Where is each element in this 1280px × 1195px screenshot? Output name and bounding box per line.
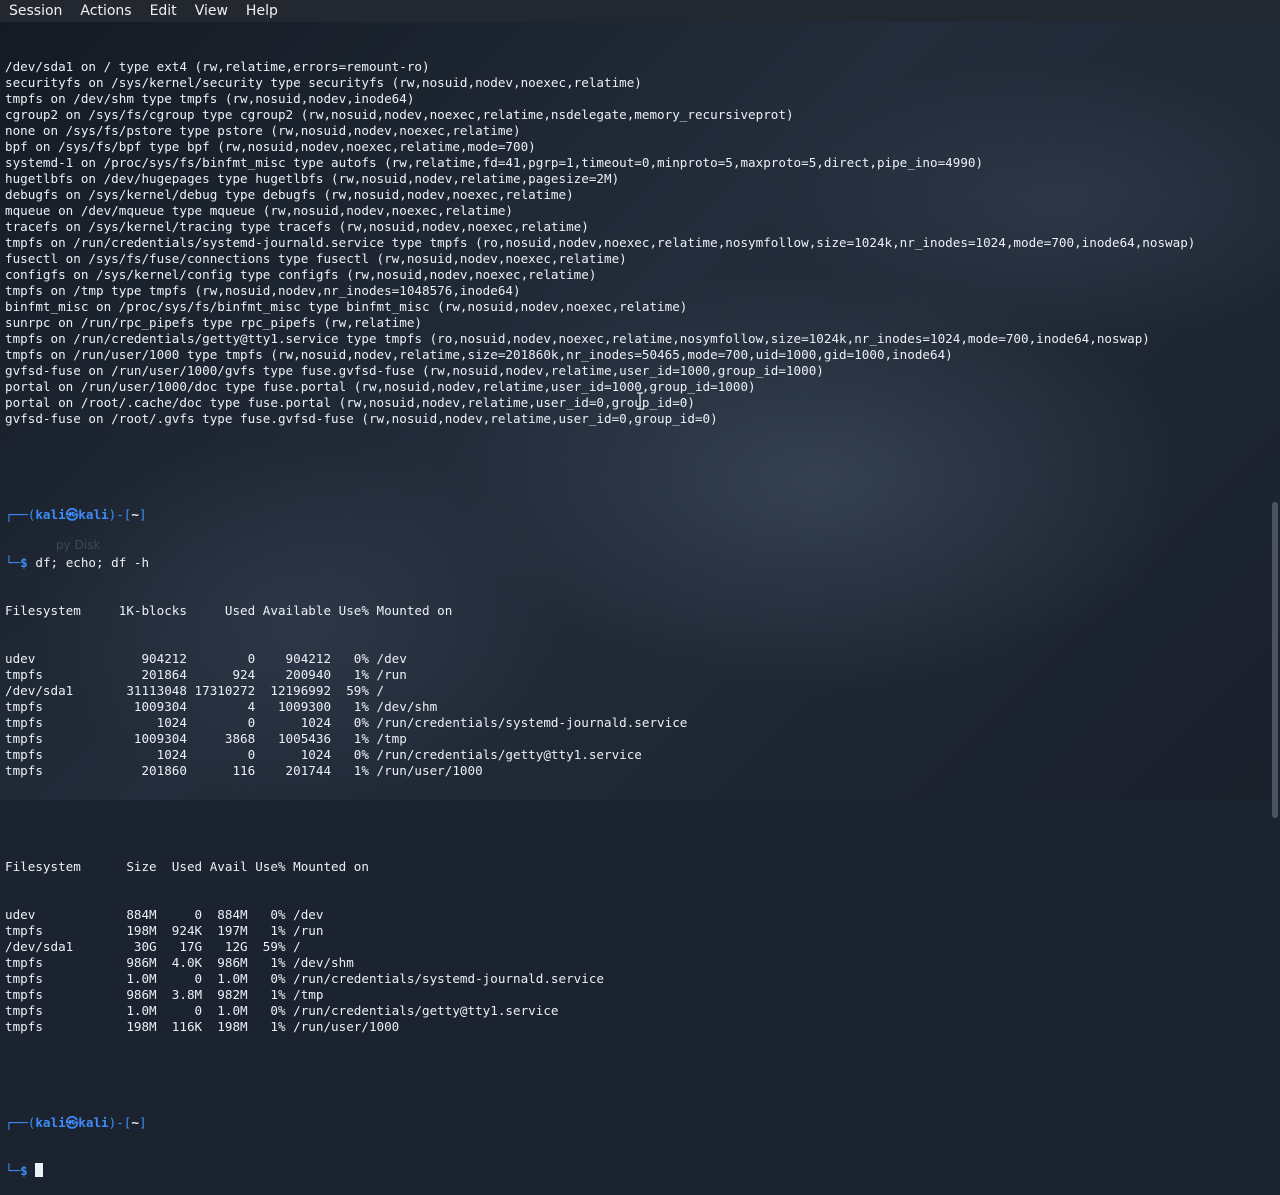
command-line: └─$ df; echo; df -h xyxy=(5,555,150,570)
table-row: tmpfs 1.0M 0 1.0M 0% /run/credentials/sy… xyxy=(5,971,604,986)
mount-line: tmpfs on /dev/shm type tmpfs (rw,nosuid,… xyxy=(5,91,415,106)
mount-line: /dev/sda1 on / type ext4 (rw,relatime,er… xyxy=(5,59,430,74)
mount-line: binfmt_misc on /proc/sys/fs/binfmt_misc … xyxy=(5,299,688,314)
scrollbar[interactable] xyxy=(1270,22,1280,818)
menu-help[interactable]: Help xyxy=(237,0,287,22)
prompt-host: kali xyxy=(78,1115,109,1130)
mount-line: mqueue on /dev/mqueue type mqueue (rw,no… xyxy=(5,203,513,218)
df-table: udev 904212 0 904212 0% /dev tmpfs 201864… xyxy=(5,651,1267,779)
prompt-host: kali xyxy=(78,507,109,522)
table-row: tmpfs 198M 116K 198M 1% /run/user/1000 xyxy=(5,1019,400,1034)
menu-view[interactable]: View xyxy=(186,0,237,22)
mount-output: /dev/sda1 on / type ext4 (rw,relatime,er… xyxy=(5,59,1267,427)
table-row: tmpfs 986M 3.8M 982M 1% /tmp xyxy=(5,987,324,1002)
prompt-user: kali xyxy=(35,1115,66,1130)
menubar: Session Actions Edit View Help xyxy=(0,0,1280,22)
prompt-line: ┌──(kali㉿kali)-[~] xyxy=(5,507,147,522)
mount-line: debugfs on /sys/kernel/debug type debugf… xyxy=(5,187,574,202)
mount-line: tmpfs on /run/credentials/systemd-journa… xyxy=(5,235,1196,250)
mount-line: tmpfs on /run/credentials/getty@tty1.ser… xyxy=(5,331,1150,346)
table-row: udev 884M 0 884M 0% /dev xyxy=(5,907,324,922)
table-row: tmpfs 1.0M 0 1.0M 0% /run/credentials/ge… xyxy=(5,1003,559,1018)
mount-line: tmpfs on /run/user/1000 type tmpfs (rw,n… xyxy=(5,347,953,362)
scrollbar-thumb[interactable] xyxy=(1272,502,1278,818)
prompt-dir: ~ xyxy=(131,507,139,522)
menu-edit[interactable]: Edit xyxy=(141,0,186,22)
mount-line: tmpfs on /tmp type tmpfs (rw,nosuid,node… xyxy=(5,283,521,298)
mount-line: securityfs on /sys/kernel/security type … xyxy=(5,75,642,90)
table-row: /dev/sda1 30G 17G 12G 59% / xyxy=(5,939,301,954)
table-row: udev 904212 0 904212 0% /dev xyxy=(5,651,407,666)
table-row: tmpfs 1024 0 1024 0% /run/credentials/sy… xyxy=(5,715,688,730)
menu-actions[interactable]: Actions xyxy=(71,0,140,22)
prompt-user: kali xyxy=(35,507,66,522)
df-header: Filesystem 1K-blocks Used Available Use%… xyxy=(5,603,453,618)
mount-line: hugetlbfs on /dev/hugepages type hugetlb… xyxy=(5,171,620,186)
mount-line: systemd-1 on /proc/sys/fs/binfmt_misc ty… xyxy=(5,155,984,170)
mount-line: configfs on /sys/kernel/config type conf… xyxy=(5,267,597,282)
df-h-table: udev 884M 0 884M 0% /dev tmpfs 198M 924K … xyxy=(5,907,1267,1035)
menu-session[interactable]: Session xyxy=(0,0,71,22)
table-row: tmpfs 986M 4.0K 986M 1% /dev/shm xyxy=(5,955,354,970)
mount-line: gvfsd-fuse on /root/.gvfs type fuse.gvfs… xyxy=(5,411,718,426)
table-row: tmpfs 201864 924 200940 1% /run xyxy=(5,667,407,682)
text-cursor xyxy=(35,1163,44,1177)
mount-line: fusectl on /sys/fs/fuse/connections type… xyxy=(5,251,627,266)
table-row: /dev/sda1 31113048 17310272 12196992 59%… xyxy=(5,683,385,698)
mount-line: bpf on /sys/fs/bpf type bpf (rw,nosuid,n… xyxy=(5,139,536,154)
table-row: tmpfs 1024 0 1024 0% /run/credentials/ge… xyxy=(5,747,642,762)
mount-line: cgroup2 on /sys/fs/cgroup type cgroup2 (… xyxy=(5,107,794,122)
terminal-output[interactable]: /dev/sda1 on / type ext4 (rw,relatime,er… xyxy=(5,27,1267,1178)
mount-line: sunrpc on /run/rpc_pipefs type rpc_pipef… xyxy=(5,315,423,330)
prompt-line: ┌──(kali㉿kali)-[~] xyxy=(5,1115,147,1130)
input-line[interactable]: └─$ xyxy=(5,1163,1267,1179)
prompt-dir: ~ xyxy=(131,1115,139,1130)
ibeam-cursor-icon xyxy=(637,392,643,410)
df-h-header: Filesystem Size Used Avail Use% Mounted … xyxy=(5,859,369,874)
mount-line: tracefs on /sys/kernel/tracing type trac… xyxy=(5,219,589,234)
mount-line: gvfsd-fuse on /run/user/1000/gvfs type f… xyxy=(5,363,824,378)
table-row: tmpfs 201860 116 201744 1% /run/user/100… xyxy=(5,763,483,778)
table-row: tmpfs 198M 924K 197M 1% /run xyxy=(5,923,324,938)
table-row: tmpfs 1009304 4 1009300 1% /dev/shm xyxy=(5,699,438,714)
mount-line: none on /sys/fs/pstore type pstore (rw,n… xyxy=(5,123,521,138)
command-text: df; echo; df -h xyxy=(35,555,150,570)
table-row: tmpfs 1009304 3868 1005436 1% /tmp xyxy=(5,731,407,746)
